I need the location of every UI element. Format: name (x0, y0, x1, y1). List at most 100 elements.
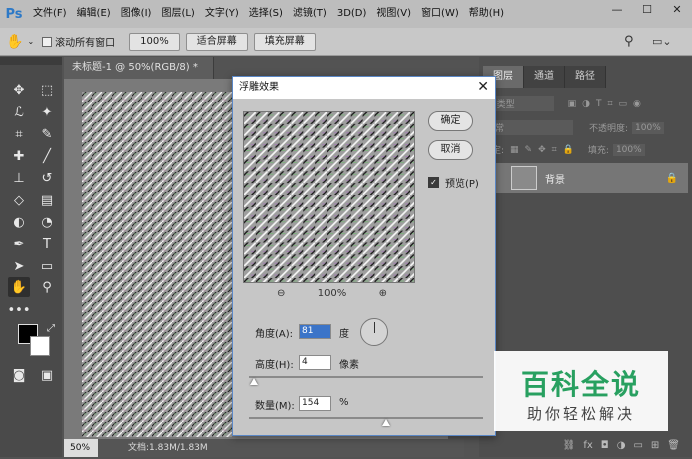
zoom-out-icon[interactable]: ⊖ (277, 288, 285, 299)
mask-icon[interactable]: ◘ (601, 440, 609, 451)
menu-3d[interactable]: 3D(D) (332, 0, 372, 28)
amount-slider[interactable] (249, 417, 483, 426)
ok-button[interactable]: 确定 (428, 111, 473, 131)
amount-slider-thumb[interactable] (381, 419, 390, 426)
layer-filter-row: ⚲ 类型 ▣◑T⌗▭◉ (483, 96, 688, 111)
menu-select[interactable]: 选择(S) (244, 0, 288, 28)
angle-field[interactable]: 81 (299, 324, 331, 339)
height-slider-thumb[interactable] (249, 378, 258, 385)
menu-edit[interactable]: 编辑(E) (72, 0, 116, 28)
pen-tool-icon[interactable]: ✒ (8, 234, 30, 254)
magic-wand-icon[interactable]: ✦ (36, 102, 58, 122)
document-tab[interactable]: 未标题-1 @ 50%(RGB/8) * ✕ (64, 57, 214, 95)
blend-mode-select[interactable]: 正常 (483, 120, 573, 135)
preview-checkbox[interactable]: ✓ (428, 177, 439, 188)
menu-window[interactable]: 窗口(W) (416, 0, 464, 28)
shape-tool-icon[interactable]: ▭ (36, 256, 58, 276)
filter-preview[interactable] (243, 111, 415, 283)
document-title: 未标题-1 @ 50%(RGB/8) * (72, 62, 198, 73)
fill-screen-button[interactable]: 填充屏幕 (253, 32, 316, 51)
maximize-icon[interactable]: ☐ (632, 0, 662, 18)
zoom-tool-icon[interactable]: ⚲ (36, 277, 58, 297)
menu-layer[interactable]: 图层(L) (156, 0, 199, 28)
healing-brush-icon[interactable]: ✚ (8, 146, 30, 166)
gradient-tool-icon[interactable]: ▤ (36, 190, 58, 210)
height-slider[interactable] (249, 376, 483, 385)
lock-row: 锁定: ▦✎✥⌗🔒 填充: 100% (483, 143, 688, 156)
trash-icon[interactable]: 🗑 (667, 440, 680, 451)
preview-checkbox-row[interactable]: ✓ 预览(P) (428, 175, 479, 190)
emboss-dialog: 浮雕效果 ✕ 确定 取消 ✓ 预览(P) ⊖ 100% ⊕ 角度(A): 81 … (232, 76, 496, 436)
menu-filter[interactable]: 滤镜(T) (288, 0, 332, 28)
scroll-all-checkbox[interactable] (42, 36, 53, 47)
status-zoom-field[interactable]: 50% (64, 439, 98, 457)
status-doc-size: 文档:1.83M/1.83M (128, 443, 208, 453)
fx-icon[interactable]: fx (583, 440, 592, 451)
brush-tool-icon[interactable]: ╱ (36, 146, 58, 166)
blur-tool-icon[interactable]: ◐ (8, 212, 30, 232)
stamp-tool-icon[interactable]: ⊥ (8, 168, 30, 188)
minimize-icon[interactable]: — (602, 0, 632, 18)
layer-name: 背景 (545, 174, 565, 186)
menu-view[interactable]: 视图(V) (371, 0, 416, 28)
watermark-subtitle: 助你轻松解决 (526, 405, 635, 423)
lasso-tool-icon[interactable]: ℒ (8, 102, 30, 122)
search-icon[interactable]: ⚲ (624, 34, 634, 49)
amount-field[interactable]: 154 (299, 396, 331, 411)
angle-dial-needle (374, 322, 375, 333)
link-layers-icon[interactable]: ⛓ (563, 440, 576, 451)
hand-tool-icon-selected[interactable]: ✋ (8, 277, 30, 297)
dodge-tool-icon[interactable]: ◔ (36, 212, 58, 232)
marquee-tool-icon[interactable]: ⬚ (36, 80, 58, 100)
adjustment-icon[interactable]: ◑ (617, 440, 626, 451)
filter-icons[interactable]: ▣◑T⌗▭◉ (568, 99, 647, 109)
hand-tool-icon[interactable]: ✋ (6, 34, 23, 50)
ps-logo: Ps (5, 6, 23, 22)
screen-mode-icon[interactable]: ▣ (36, 365, 58, 385)
panel-tabs: 图层 通道 路径 (483, 66, 606, 88)
background-color-swatch[interactable] (30, 336, 50, 356)
zoom-in-icon[interactable]: ⊕ (379, 288, 387, 299)
fit-screen-button[interactable]: 适合屏幕 (185, 32, 248, 51)
angle-label: 角度(A): (255, 329, 294, 340)
workspace-icon[interactable]: ▭⌄ (652, 35, 672, 48)
type-tool-icon[interactable]: T (36, 234, 58, 254)
status-bar: 50% 文档:1.83M/1.83M (64, 439, 464, 457)
layer-kind-select[interactable]: 类型 (493, 96, 554, 111)
menu-image[interactable]: 图像(I) (116, 0, 157, 28)
opacity-field[interactable]: 100% (632, 121, 664, 134)
blend-row: 正常 不透明度: 100% (483, 120, 688, 135)
fill-field[interactable]: 100% (612, 143, 645, 156)
opacity-label: 不透明度: (589, 124, 629, 134)
menu-type[interactable]: 文字(Y) (200, 0, 244, 28)
cancel-button[interactable]: 取消 (428, 140, 473, 160)
menu-file[interactable]: 文件(F) (28, 0, 72, 28)
crop-tool-icon[interactable]: ⌗ (8, 124, 30, 144)
group-icon[interactable]: ▭ (633, 440, 642, 451)
close-icon[interactable]: ✕ (662, 0, 692, 18)
dialog-close-icon[interactable]: ✕ (477, 79, 489, 95)
new-layer-icon[interactable]: ⊞ (651, 440, 659, 451)
history-brush-icon[interactable]: ↺ (36, 168, 58, 188)
tab-paths[interactable]: 路径 (565, 66, 606, 88)
eyedropper-icon[interactable]: ✎ (36, 124, 58, 144)
tab-channels[interactable]: 通道 (524, 66, 565, 88)
move-tool-icon[interactable]: ✥ (8, 80, 30, 100)
height-field[interactable]: 4 (299, 355, 331, 370)
eraser-tool-icon[interactable]: ◇ (8, 190, 30, 210)
path-select-icon[interactable]: ➤ (8, 256, 30, 276)
zoom-100-button[interactable]: 100% (129, 32, 180, 51)
amount-unit: % (339, 397, 349, 408)
more-tools-icon[interactable]: ••• (8, 300, 31, 320)
tool-preset-chevron-icon[interactable]: ⌄ (27, 37, 34, 46)
layer-row-background[interactable]: 背景 🔒 (483, 163, 688, 193)
document-canvas[interactable] (82, 92, 232, 437)
lock-icons[interactable]: ▦✎✥⌗🔒 (510, 145, 580, 155)
quick-mask-icon[interactable]: ◙ (8, 365, 30, 385)
menu-help[interactable]: 帮助(H) (464, 0, 509, 28)
scroll-all-label: 滚动所有窗口 (55, 38, 116, 49)
angle-dial[interactable] (360, 318, 388, 346)
options-bar: ✋ ⌄ 滚动所有窗口 100% 适合屏幕 填充屏幕 ⚲ ▭⌄ (0, 28, 692, 56)
swap-colors-icon[interactable]: ⤢ (40, 318, 62, 338)
photoshop-window: Ps 文件(F) 编辑(E) 图像(I) 图层(L) 文字(Y) 选择(S) 滤… (0, 0, 692, 459)
